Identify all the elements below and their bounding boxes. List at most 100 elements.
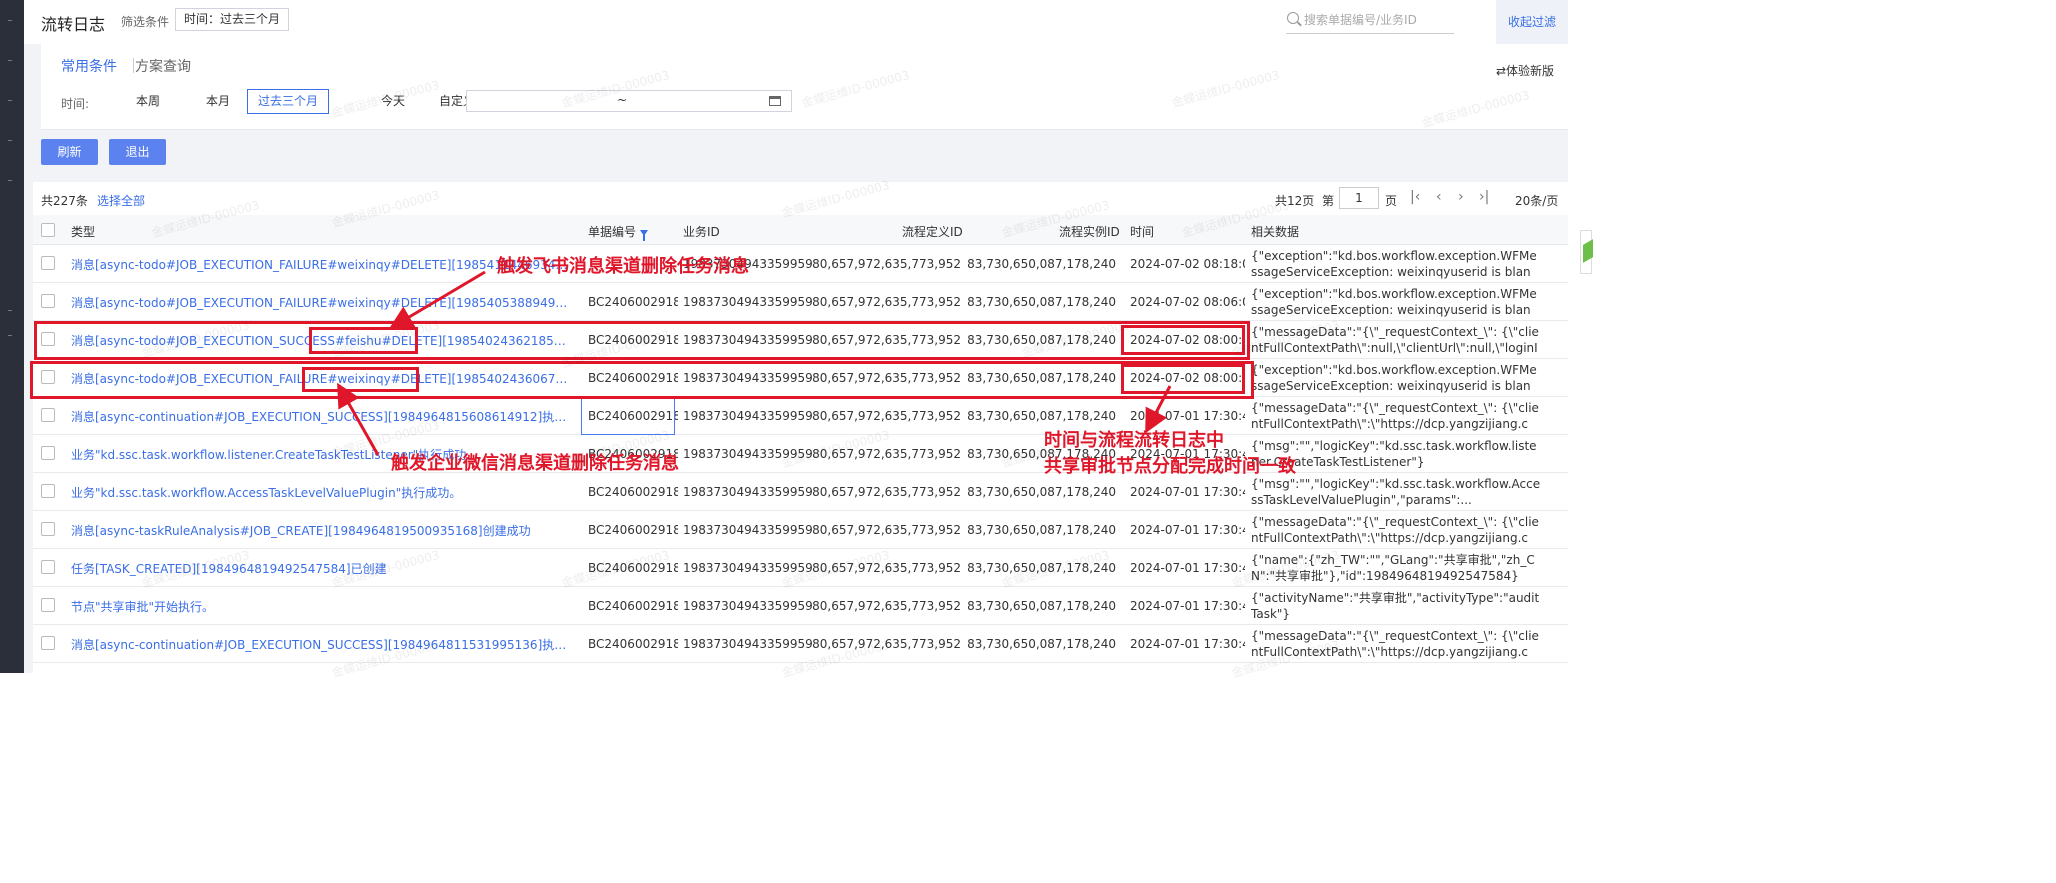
cell-process-inst-id: 1,983,730,650,087,178,240 — [968, 599, 1116, 613]
cell-process-def-id: 1,980,657,972,635,773,952 — [813, 637, 961, 651]
table-row[interactable]: 节点"共享审批"开始执行。 BC2406002918 198373049433599… — [33, 587, 1568, 625]
page-prefix: 第 — [1322, 194, 1335, 208]
cell-type[interactable]: 业务"kd.ssc.task.workflow.AccessTaskLevelV… — [71, 473, 571, 511]
annotation-box-weixin-row — [30, 361, 1254, 399]
search-input[interactable] — [1304, 8, 1454, 32]
cell-type[interactable]: 消息[async-todo#JOB_EXECUTION_FAILURE#weix… — [71, 283, 571, 321]
cell-business-id: 1983730494335995904 — [683, 485, 813, 499]
refresh-button[interactable]: 刷新 — [41, 139, 98, 165]
date-range-separator: ~ — [617, 93, 628, 107]
filter-tag-time[interactable]: 时间：过去三个月 — [175, 8, 290, 31]
collapse-filter-button[interactable]: 收起过滤 — [1496, 0, 1568, 44]
cell-process-inst-id: 1,983,730,650,087,178,240 — [968, 637, 1116, 651]
condition-panel: 常用条件 方案查询 ⇄体验新版 时间: 本周 本月 过去三个月 今天 自定义 ~ — [41, 44, 1568, 130]
filter-funnel-icon[interactable] — [640, 229, 649, 241]
sidebar-marker — [8, 335, 12, 336]
list-toolbar: 共227条 选择全部 共12页 第 1 页 |‹ ‹ › ›| 20条/页 — [33, 182, 1568, 215]
last-page-icon[interactable]: ›| — [1479, 189, 1489, 205]
cell-bill-no: BC2406002918 — [588, 637, 678, 651]
cell-process-def-id: 1,980,657,972,635,773,952 — [813, 523, 961, 537]
time-option-last-three-months[interactable]: 过去三个月 — [247, 89, 330, 114]
row-checkbox[interactable] — [41, 446, 55, 460]
cell-type[interactable]: 消息[async-taskRuleAnalysis#JOB_CREATE][19… — [71, 511, 571, 549]
tab-common-conditions[interactable]: 常用条件 — [61, 56, 117, 76]
cell-time: 2024-07-01 17:30:45 — [1130, 523, 1245, 537]
cell-process-inst-id: 1,983,730,650,087,178,240 — [968, 295, 1116, 309]
exit-button[interactable]: 退出 — [109, 139, 166, 165]
table-row[interactable]: 消息[async-taskRuleAnalysis#JOB_CREATE][19… — [33, 511, 1568, 549]
col-related-data: 相关数据 — [1251, 225, 1300, 239]
cell-business-id: 1983730494335995904 — [683, 447, 813, 461]
page-size-select[interactable]: 20条/页 — [1515, 192, 1558, 209]
cell-time: 2024-07-02 08:06:07 — [1130, 295, 1245, 309]
cell-process-inst-id: 1,983,730,650,087,178,240 — [968, 523, 1116, 537]
col-bill-no-label: 单据编号 — [588, 225, 637, 239]
cell-bill-no: BC2406002918 — [588, 295, 678, 309]
annotation-box-feishu-row — [34, 321, 1250, 360]
table-row[interactable]: 消息[async-todo#JOB_EXECUTION_FAILURE#weix… — [33, 245, 1568, 283]
annotation-box-feishu-delete — [309, 327, 418, 354]
tab-scheme-query[interactable]: 方案查询 — [135, 56, 191, 76]
cell-business-id: 1983730494335995904 — [683, 561, 813, 575]
row-checkbox[interactable] — [41, 408, 55, 422]
cell-related-data: {"messageData":"{\"_requestContext_\": {… — [1251, 515, 1539, 545]
select-all-checkbox[interactable] — [41, 223, 55, 237]
sidebar-marker — [8, 20, 12, 21]
row-checkbox[interactable] — [41, 484, 55, 498]
annotation-time-note-line1: 时间与流程流转日志中 — [1044, 430, 1224, 451]
sidebar-marker — [8, 140, 12, 141]
cell-process-def-id: 1,980,657,972,635,773,952 — [813, 447, 961, 461]
date-range-picker[interactable]: ~ — [466, 90, 792, 112]
col-bill-no[interactable]: 单据编号 — [588, 223, 649, 241]
row-checkbox[interactable] — [41, 256, 55, 270]
time-option-this-week[interactable]: 本周 — [125, 89, 171, 114]
prev-page-icon[interactable]: ‹ — [1436, 189, 1442, 205]
sidebar-marker — [8, 100, 12, 101]
cell-bill-no: BC2406002918 — [588, 485, 678, 499]
table-row[interactable]: 消息[async-todo#JOB_EXECUTION_FAILURE#weix… — [33, 283, 1568, 321]
cell-related-data: {"msg":"","logicKey":"kd.ssc.task.workfl… — [1251, 477, 1541, 507]
row-checkbox[interactable] — [41, 560, 55, 574]
table-row[interactable]: 业务"kd.ssc.task.workflow.listener.CreateT… — [33, 435, 1568, 473]
cell-type[interactable]: 消息[async-todo#JOB_EXECUTION_FAILURE#weix… — [71, 245, 571, 283]
table-row[interactable]: 任务[TASK_CREATED][1984964819492547584]已创建… — [33, 549, 1568, 587]
annotation-box-time-2 — [1121, 364, 1245, 394]
page-number-input[interactable]: 1 — [1339, 187, 1379, 209]
cell-time: 2024-07-01 17:30:45 — [1130, 561, 1245, 575]
cell-process-def-id: 1,980,657,972,635,773,952 — [813, 561, 961, 575]
sidebar-marker — [8, 310, 12, 311]
row-checkbox[interactable] — [41, 598, 55, 612]
cell-business-id: 1983730494335995904 — [683, 599, 813, 613]
cell-type[interactable]: 消息[async-continuation#JOB_EXECUTION_SUCC… — [71, 397, 571, 435]
time-option-this-month[interactable]: 本月 — [195, 89, 241, 114]
search-box[interactable] — [1286, 8, 1454, 34]
cell-type[interactable]: 任务[TASK_CREATED][1984964819492547584]已创建 — [71, 549, 571, 587]
row-checkbox[interactable] — [41, 294, 55, 308]
cell-related-data: {"messageData":"{\"_requestContext_\": {… — [1251, 325, 1539, 355]
table-row[interactable]: 消息[async-continuation#JOB_EXECUTION_SUCC… — [33, 625, 1568, 663]
cell-process-def-id: 1,980,657,972,635,773,952 — [813, 409, 961, 423]
cell-time: 2024-07-01 17:30:45 — [1130, 599, 1245, 613]
sidebar-marker — [8, 180, 12, 181]
first-page-icon[interactable]: |‹ — [1410, 189, 1420, 205]
tab-divider — [133, 58, 134, 73]
focused-cell-outline — [581, 397, 675, 435]
cell-business-id: 1983730494335995904 — [683, 637, 813, 651]
row-checkbox[interactable] — [41, 636, 55, 650]
calendar-icon[interactable] — [769, 96, 781, 106]
cell-type[interactable]: 消息[async-continuation#JOB_EXECUTION_SUCC… — [71, 625, 571, 663]
table-row[interactable]: 消息[async-continuation#JOB_EXECUTION_SUCC… — [33, 397, 1568, 435]
cell-type[interactable]: 节点"共享审批"开始执行。 — [71, 587, 571, 625]
cell-related-data: {"messageData":"{\"_requestContext_\": {… — [1251, 401, 1539, 431]
row-checkbox[interactable] — [41, 522, 55, 536]
search-icon — [1287, 12, 1299, 24]
page-header: 流转日志 筛选条件 时间：过去三个月 收起过滤 — [24, 0, 1568, 44]
select-all-link[interactable]: 选择全部 — [97, 192, 145, 209]
annotation-weixin-note: 触发企业微信消息渠道删除任务消息 — [391, 453, 679, 474]
next-page-icon[interactable]: › — [1458, 189, 1464, 205]
time-option-today[interactable]: 今天 — [370, 89, 416, 114]
cell-time: 2024-07-02 08:18:09 — [1130, 257, 1245, 271]
annotation-time-note-line2: 共享审批节点分配完成时间一致 — [1044, 456, 1296, 477]
table-row[interactable]: 业务"kd.ssc.task.workflow.AccessTaskLevelV… — [33, 473, 1568, 511]
try-new-version-link[interactable]: ⇄体验新版 — [1496, 62, 1554, 79]
